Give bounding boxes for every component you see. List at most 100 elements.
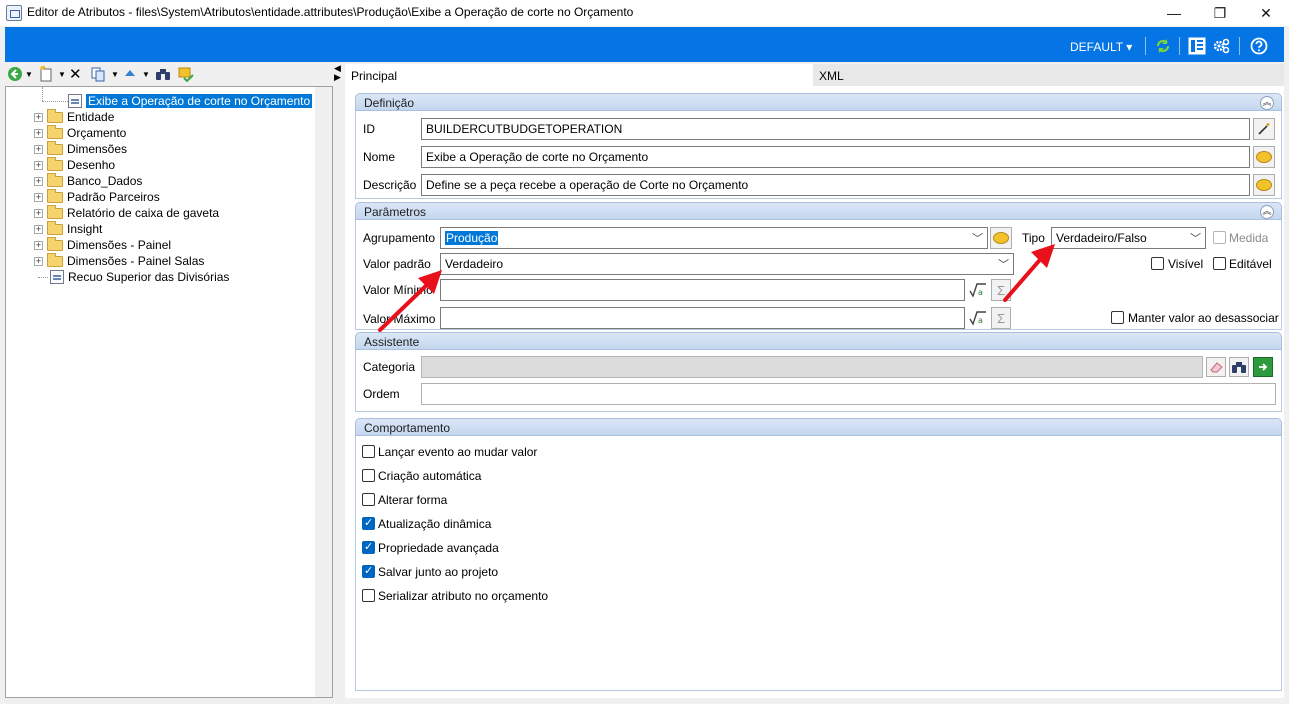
copy-icon[interactable] xyxy=(90,65,106,83)
comportamento-header: Comportamento xyxy=(355,418,1282,436)
folder-icon xyxy=(47,204,63,219)
nome-field[interactable]: Exibe a Operação de corte no Orçamento xyxy=(421,146,1250,168)
new-item-dropdown-icon[interactable]: ▼ xyxy=(58,65,66,83)
expand-icon[interactable]: + xyxy=(34,128,43,138)
medida-checkbox[interactable] xyxy=(1213,231,1226,244)
settings-gear-icon[interactable] xyxy=(1212,37,1230,55)
tree-folder[interactable]: + Dimensões xyxy=(34,140,127,157)
valor-maximo-field[interactable] xyxy=(440,307,965,329)
new-item-icon[interactable] xyxy=(38,65,56,83)
propriedade-avancada-checkbox[interactable] xyxy=(362,540,375,554)
formula-icon[interactable]: a xyxy=(967,307,989,329)
tree-toolbar: ▼ ▼ ✕ ▼ ▼ xyxy=(5,63,333,85)
tab-xml[interactable]: XML xyxy=(813,64,1284,86)
manter-valor-checkbox[interactable] xyxy=(1111,311,1124,324)
ordem-field[interactable] xyxy=(421,383,1276,405)
valor-minimo-field[interactable] xyxy=(440,279,965,301)
tree-folder[interactable]: + Orçamento xyxy=(34,124,127,141)
salvar-projeto-checkbox[interactable] xyxy=(362,564,375,578)
expand-icon[interactable]: + xyxy=(34,160,43,170)
back-icon[interactable] xyxy=(7,65,23,83)
copy-dropdown-icon[interactable]: ▼ xyxy=(111,65,119,83)
search-binoculars-icon[interactable] xyxy=(1229,357,1249,377)
id-generator-button[interactable] xyxy=(1253,118,1275,140)
tree-line xyxy=(42,101,68,102)
tree-folder[interactable]: + Desenho xyxy=(34,156,116,173)
tree-item-selected[interactable]: Exibe a Operação de corte no Orçamento xyxy=(68,93,313,109)
back-dropdown-icon[interactable]: ▼ xyxy=(25,65,33,83)
serializar-atributo-checkbox[interactable] xyxy=(362,589,375,602)
tab-principal[interactable]: Principal xyxy=(345,64,813,86)
expand-icon[interactable]: + xyxy=(34,224,43,234)
delete-icon[interactable]: ✕ xyxy=(69,65,82,83)
maximize-button[interactable]: ❐ xyxy=(1197,0,1243,26)
tree-folder-label: Banco_Dados xyxy=(67,174,143,188)
criacao-automatica-label: Criação automática xyxy=(378,469,482,483)
nome-translate-button[interactable] xyxy=(1253,146,1275,168)
folder-icon xyxy=(47,172,63,187)
tree-scrollbar[interactable] xyxy=(315,87,332,697)
id-field[interactable]: BUILDERCUTBUDGETOPERATION xyxy=(421,118,1250,140)
atualizacao-dinamica-checkbox[interactable] xyxy=(362,516,375,530)
chevron-down-icon: ﹀ xyxy=(972,233,983,245)
minimize-button[interactable]: — xyxy=(1151,0,1197,26)
alterar-forma-checkbox[interactable] xyxy=(362,493,375,506)
find-binoculars-icon[interactable] xyxy=(155,65,171,83)
move-up-icon[interactable] xyxy=(123,65,137,83)
go-arrow-icon[interactable] xyxy=(1253,357,1273,377)
tree-folder[interactable]: + Relatório de caixa de gaveta xyxy=(34,204,220,221)
layout-icon[interactable] xyxy=(1188,37,1206,55)
clear-eraser-icon[interactable] xyxy=(1206,357,1226,377)
expand-icon[interactable]: + xyxy=(34,240,43,250)
tree-folder[interactable]: + Entidade xyxy=(34,108,114,125)
folder-icon xyxy=(47,140,63,155)
criacao-automatica-checkbox[interactable] xyxy=(362,469,375,482)
tree-folder[interactable]: + Insight xyxy=(34,220,102,237)
expand-icon[interactable]: + xyxy=(34,192,43,202)
tree-item-label: Exibe a Operação de corte no Orçamento xyxy=(86,94,313,108)
expand-icon[interactable]: + xyxy=(34,176,43,186)
tree-folder-label: Desenho xyxy=(67,158,116,172)
sum-icon[interactable]: Σ xyxy=(991,307,1011,329)
salvar-projeto-label: Salvar junto ao projeto xyxy=(378,565,499,579)
close-button[interactable]: ✕ xyxy=(1243,0,1289,26)
formula-icon[interactable]: a xyxy=(967,279,989,301)
agrupamento-combo[interactable]: Produção ﹀ xyxy=(440,227,988,249)
expand-icon[interactable]: + xyxy=(34,144,43,154)
attribute-doc-icon xyxy=(68,94,82,108)
tree-folder-label: Orçamento xyxy=(67,126,127,140)
nome-label: Nome xyxy=(363,150,396,164)
splitter-collapse-icon[interactable]: ◀ ▶ xyxy=(334,64,344,82)
expand-icon[interactable]: + xyxy=(34,208,43,218)
valor-padrao-combo[interactable]: Verdadeiro ﹀ xyxy=(440,253,1014,275)
refresh-icon[interactable] xyxy=(1154,37,1172,55)
collapse-icon[interactable]: ︽ xyxy=(1260,205,1274,219)
profile-dropdown[interactable]: DEFAULT ▾ xyxy=(1070,40,1132,54)
descricao-translate-button[interactable] xyxy=(1253,174,1275,196)
visivel-checkbox[interactable] xyxy=(1151,257,1164,270)
descricao-field[interactable]: Define se a peça recebe a operação de Co… xyxy=(421,174,1250,196)
tree-folder[interactable]: + Dimensões - Painel xyxy=(34,236,171,253)
ribbon-separator xyxy=(1179,37,1180,55)
replace-icon[interactable] xyxy=(178,65,194,83)
id-label: ID xyxy=(363,122,375,136)
attribute-tree: Exibe a Operação de corte no Orçamento +… xyxy=(5,86,333,698)
lancar-evento-checkbox[interactable] xyxy=(362,445,375,458)
tree-folder[interactable]: + Dimensões - Painel Salas xyxy=(34,252,204,269)
magic-wand-icon xyxy=(1258,123,1270,135)
move-dropdown-icon[interactable]: ▼ xyxy=(142,65,150,83)
expand-icon[interactable]: + xyxy=(34,256,43,266)
collapse-icon[interactable]: ︽ xyxy=(1260,96,1274,110)
expand-icon[interactable]: + xyxy=(34,112,43,122)
editavel-checkbox[interactable] xyxy=(1213,257,1226,270)
tree-folder[interactable]: + Banco_Dados xyxy=(34,172,143,189)
tree-item[interactable]: Recuo Superior das Divisórias xyxy=(50,269,229,285)
tree-folder[interactable]: + Padrão Parceiros xyxy=(34,188,160,205)
alterar-forma-label: Alterar forma xyxy=(378,493,448,507)
ribbon-separator xyxy=(1239,37,1240,55)
help-icon[interactable] xyxy=(1250,37,1268,55)
window-title: Editor de Atributos - files\System\Atrib… xyxy=(27,5,634,19)
group-title: Comportamento xyxy=(364,421,451,435)
tree-folder-label: Relatório de caixa de gaveta xyxy=(67,206,220,220)
folder-icon xyxy=(47,252,63,267)
